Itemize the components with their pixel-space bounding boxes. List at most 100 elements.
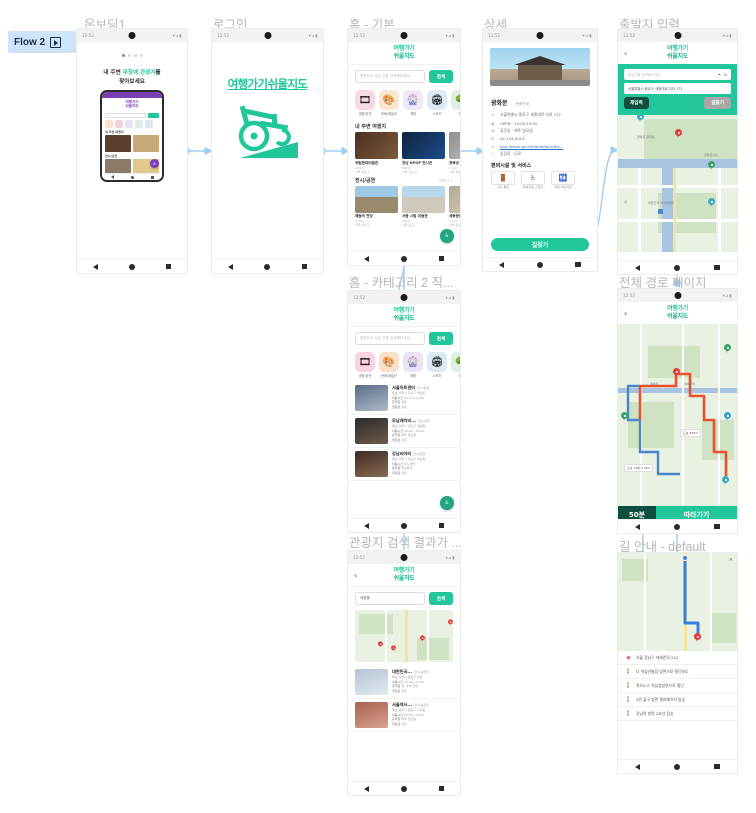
nav-back-icon[interactable] [92, 263, 98, 270]
step-item[interactable]: 🚶 다 역삼선통점 방면으로 횡단보도 [618, 665, 737, 679]
nav-recents-icon[interactable] [438, 255, 445, 262]
search-input[interactable]: 방문하고 싶은 곳을 검색해보세요. [355, 332, 425, 345]
nav-home-icon[interactable] [400, 522, 407, 529]
frame-login[interactable]: 12:52 ▾⊿▮ 여행가기쉬울지도 카카오톡 계정 [211, 28, 324, 274]
poi-pin-icon[interactable] [724, 412, 731, 421]
nav-home-icon[interactable] [264, 263, 271, 270]
nav-back-icon[interactable] [363, 522, 369, 529]
android-nav-bar[interactable] [348, 781, 460, 795]
place-card[interactable]: 예술의 전당 3.6km 서울 서초구 [355, 185, 398, 227]
step-item[interactable]: 🚶 4번 출구 방면 엘리베이터 탑승 [618, 693, 737, 707]
place-card[interactable]: 서울 시립 미술관 941m 서울 중구 [402, 185, 445, 227]
find-route-button[interactable]: 길찾기 [704, 97, 731, 109]
departure-map[interactable]: 경복궁 광화문 광화문시민... 대한민국 역사박물관 길 [618, 115, 737, 252]
android-nav-bar[interactable] [348, 251, 460, 265]
android-nav-bar[interactable] [483, 257, 597, 271]
place-card[interactable]: 경복궁 수정전 1.1km 서울 종로구 [449, 132, 460, 174]
nav-back-icon[interactable] [635, 763, 641, 770]
navigation-map[interactable]: ✕ [618, 553, 737, 651]
poi-pin-icon[interactable] [637, 115, 644, 122]
android-nav-bar[interactable] [77, 259, 187, 273]
nav-home-icon[interactable] [674, 264, 681, 271]
step-item[interactable]: 🚶 퀴즈노스 역삼점방면으로 횡단 [618, 679, 737, 693]
section-more[interactable]: 더보기 > [439, 179, 453, 184]
list-item[interactable]: 서울아트센터 전시/공연 주소 서울시 강남구 역삼동 이용시간 09:00~21… [348, 382, 460, 415]
close-icon[interactable]: ✕ [729, 557, 733, 563]
nav-recents-icon[interactable] [714, 264, 720, 271]
detail-info-row[interactable]: ◎ tour.jlnhan.go.kr/home/tour/the... [483, 143, 597, 150]
list-item[interactable]: 서울역사... 전시/공연관 주소 서울시 종로구 사직동 이용시간 09:00~… [348, 699, 460, 732]
category-item[interactable]: 🎡 체험 [403, 90, 423, 116]
poi-pin-icon[interactable] [708, 198, 715, 207]
result-map[interactable] [355, 610, 453, 662]
poi-pin-icon[interactable] [621, 412, 628, 421]
frame-home-category2[interactable]: 12:52 ▾⊿▮ 여행가기 쉬울지도 방문하고 싶은 곳을 검색해보세요. 검… [347, 290, 461, 533]
nav-home-icon[interactable] [128, 263, 135, 270]
place-card[interactable]: 세종문화회관 1.2km 서울 종로구 [449, 185, 460, 227]
search-input[interactable]: 대명동 [355, 592, 425, 605]
place-card[interactable]: 강남 KPOP 전시관 884m 서울 강남구 [402, 132, 445, 174]
category-item[interactable]: 🎨 문화/예술관 [379, 352, 399, 378]
search-button[interactable]: 검색 [429, 70, 453, 83]
nav-back-icon[interactable] [499, 261, 505, 268]
nav-recents-icon[interactable] [438, 522, 445, 529]
back-arrow-icon[interactable]: ‹ [624, 49, 627, 58]
android-nav-bar[interactable] [348, 518, 460, 532]
android-nav-bar[interactable] [618, 759, 737, 773]
nav-back-icon[interactable] [635, 523, 641, 530]
detail-website-link[interactable]: tour.jlnhan.go.kr/home/tour/the... [500, 144, 563, 149]
reset-button[interactable]: 재입력 [624, 97, 649, 109]
nav-back-icon[interactable] [363, 785, 369, 792]
locate-icon[interactable]: ⌖ [718, 72, 721, 78]
nav-home-icon[interactable] [400, 255, 407, 262]
frame-navigation[interactable]: ✕ ◉ 서울 강남구 테헤란로 212 🚶 다 역삼선통점 방면으로 횡단보도 … [617, 552, 738, 774]
place-card[interactable]: 국립현대미술관 679m 서울 종로구 [355, 132, 398, 174]
nav-recents-icon[interactable] [575, 261, 581, 268]
frame-search-result[interactable]: 12:52 ▾⊿▮ ‹ 여행가기 쉬울지도 대명동 검색 대한민국... 전시/… [347, 550, 461, 796]
category-item[interactable]: 🎡 체험 [403, 352, 423, 378]
destination-pin-icon[interactable] [675, 129, 682, 138]
poi-pin-icon[interactable] [724, 344, 731, 353]
nav-recents-icon[interactable] [438, 785, 445, 792]
search-button[interactable]: 검색 [429, 592, 453, 605]
frame-home-basic[interactable]: 12:52 ▾⊿▮ 여행가기 쉬울지도 방문하고 싶은 곳을 검색해보세요. 검… [347, 28, 461, 266]
category-item[interactable]: 🌳 자연 [451, 352, 460, 378]
start-pin-icon[interactable] [673, 368, 680, 377]
nav-back-icon[interactable] [635, 264, 641, 271]
find-route-button[interactable]: 길찾기 [491, 238, 589, 251]
category-item[interactable]: 🎞 영화/공연 [355, 90, 375, 116]
back-arrow-icon[interactable]: ‹ [624, 309, 627, 318]
frame-onboarding1[interactable]: 12:52 ▾⊿▮ 내 주변 무장애 관광지를 찾아보세요 여행가기쉬울지도 [76, 28, 188, 274]
end-pin-icon[interactable] [722, 476, 729, 485]
search-button[interactable]: 검색 [429, 332, 453, 345]
nav-home-icon[interactable] [400, 785, 407, 792]
destination-field[interactable]: 서울특별시 종로구 세종대로 지하 172 [624, 83, 731, 94]
nav-recents-icon[interactable] [714, 763, 720, 770]
category-item[interactable]: 🏟 스포츠 [427, 352, 447, 378]
list-item[interactable]: 무남캐치비... 전시/공연 주소 서울시 강남구 역삼동 이용시간 09:00~… [348, 415, 460, 448]
search-input[interactable]: 방문하고 싶은 곳을 검색해보세요. [355, 70, 425, 83]
list-item[interactable]: 강남씨어터 전시/공연 주소 서울시 강남구 역삼동 이용시간 상시개방 휴무일 … [348, 448, 460, 481]
category-item[interactable]: 🎨 문화/예술관 [379, 90, 399, 116]
play-icon[interactable] [50, 36, 62, 48]
flow-badge[interactable]: Flow 2 [8, 31, 76, 53]
nav-back-icon[interactable] [227, 263, 233, 270]
destination-pin-icon[interactable] [694, 633, 701, 642]
frame-detail[interactable]: 12:52 ▾⊿▮ 광화문 문화관광 ◎ 서울특별시 종로구 세종대로 지하 1… [482, 28, 598, 272]
route-map[interactable]: 도보 500m 도보 14분 1.1km 경복궁 경복궁역 [618, 324, 737, 506]
nav-home-icon[interactable] [674, 763, 681, 770]
nav-home-icon[interactable] [674, 523, 681, 530]
category-item[interactable]: 🏟 스포츠 [427, 90, 447, 116]
nav-home-icon[interactable] [536, 261, 543, 268]
step-item[interactable]: ◉ 서울 강남구 테헤란로 212 [618, 651, 737, 665]
poi-pin-icon[interactable] [708, 161, 715, 170]
step-item[interactable]: 🚶 강남역 방면 2호선 탑승 [618, 707, 737, 721]
category-item[interactable]: 🌳 자연 [451, 90, 460, 116]
nav-back-icon[interactable] [363, 255, 369, 262]
back-arrow-icon[interactable]: ‹ [354, 571, 357, 580]
list-item[interactable]: 대한민국... 전시/공연관 주소 서울시 종로구 청운... 이용시간 10:0… [348, 666, 460, 699]
frame-departure[interactable]: 12:52 ▾⊿▮ ‹ 여행가기 쉬울지도 출발지를 입력해주세요 ⌖ ⌂ 서울… [617, 28, 738, 275]
android-nav-bar[interactable] [212, 259, 323, 273]
accessibility-fab[interactable]: ♿ [440, 496, 454, 510]
home-icon[interactable]: ⌂ [724, 72, 727, 78]
